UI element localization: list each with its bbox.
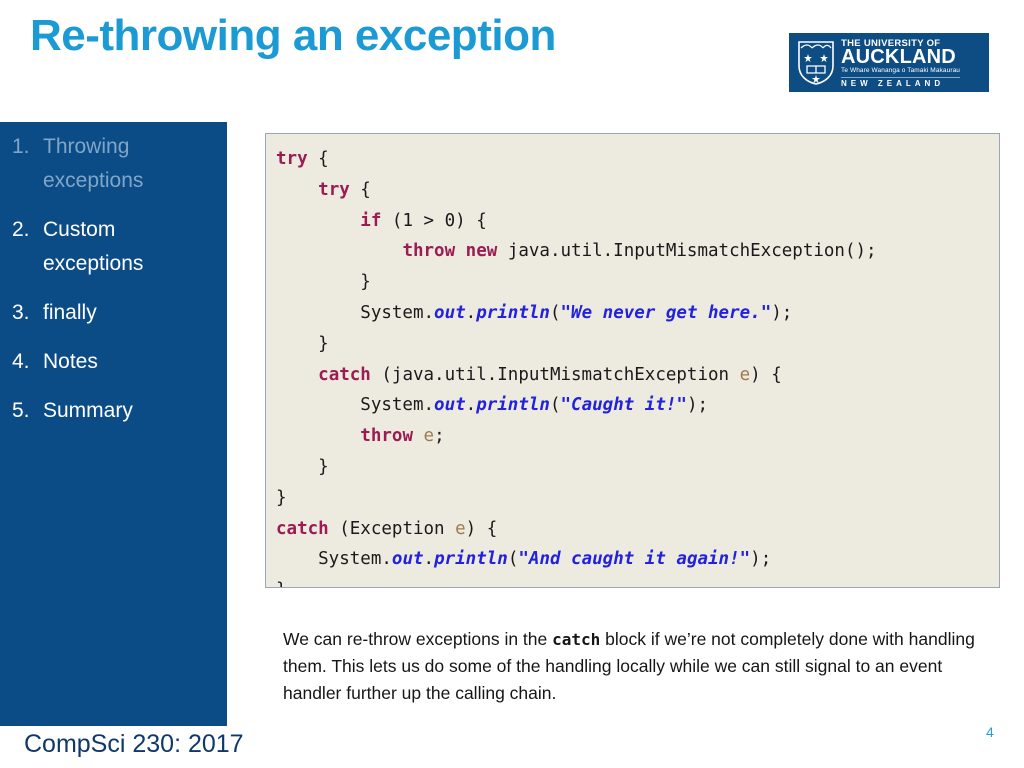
code-token-var: e [455,518,466,539]
code-token-plain: ); [750,549,772,570]
code-line: } [276,580,287,587]
logo-line-newzealand: NEW ZEALAND [841,77,961,88]
code-token-plain: System. [276,549,392,570]
page-title: Re-throwing an exception [30,11,556,60]
code-token-plain: { [307,149,329,169]
code-line: } [276,457,329,477]
code-token-plain: } [276,333,329,354]
page-number: 4 [986,724,994,740]
code-token-plain: . [465,302,477,323]
sidebar-item-number: 4. [12,350,30,373]
code-token-plain: ( [549,302,561,323]
sidebar-item-number: 5. [12,399,30,422]
code-token-plain: System. [276,395,435,416]
sidebar-item-number: 3. [12,301,30,324]
sidebar-item-throwing-exceptions[interactable]: 1. Throwing exceptions [0,130,227,198]
code-token-member: out [434,395,466,416]
code-line: } [276,272,371,292]
paragraph-text: We can re-throw exceptions in the [283,628,553,649]
code-token-kw: catch [318,364,371,385]
code-line: System.out.println("And caught it again!… [276,549,771,569]
footer-course-label: CompSci 230: 2017 [24,730,244,758]
code-line: throw e; [276,426,445,447]
code-line: catch (java.util.InputMismatchException … [276,365,782,385]
code-token-plain: ) { [465,518,498,539]
sidebar-item-summary[interactable]: 5. Summary [0,394,227,428]
code-token-plain: System. [276,302,435,323]
code-line: throw new java.util.InputMismatchExcepti… [276,241,877,262]
code-token-member: out [391,549,424,570]
code-token-plain: } [276,580,287,587]
code-token-plain: (1 > 0) { [381,210,487,231]
code-line: System.out.println("Caught it!"); [276,395,708,415]
code-line: } [276,334,329,354]
sidebar-item-label: Throwing exceptions [43,135,144,192]
university-logo: THE UNIVERSITY OF AUCKLAND Te Whare Wana… [789,33,989,92]
code-line: System.out.println("We never get here.")… [276,303,792,323]
code-token-plain: ( [549,395,561,416]
code-token-var: e [739,364,751,385]
sidebar-item-label: Notes [43,350,98,373]
code-line: try { [276,149,329,169]
code-token-kw: try [318,179,350,200]
sidebar-item-number: 1. [12,135,30,158]
code-token-str: "Caught it!" [560,395,687,416]
code-block: try { try { if (1 > 0) { throw new java.… [265,133,1000,588]
code-content: try { try { if (1 > 0) { throw new java.… [276,144,999,587]
code-token-member: println [476,302,550,323]
code-token-plain: . [423,549,435,570]
sidebar-item-label: finally [43,301,97,324]
code-token-plain: ( [507,549,519,570]
code-token-str: "And caught it again!" [518,549,751,570]
code-token-kw: throw [402,241,456,262]
code-line: } [276,488,287,508]
code-token-plain: ); [686,395,709,416]
explanation-paragraph: We can re-throw exceptions in the catch … [283,626,983,707]
code-token-kw: new [465,241,498,262]
code-token-kw: try [276,149,308,169]
code-line: catch (Exception e) { [276,519,497,539]
sidebar-item-number: 2. [12,218,30,241]
code-token-plain: ) { [750,364,782,385]
sidebar-item-finally[interactable]: 3. finally [0,296,227,330]
sidebar-item-label: Summary [43,399,133,422]
code-token-plain: (Exception [328,518,456,539]
logo-line-auckland: AUCKLAND [841,46,956,69]
sidebar-item-custom-exceptions[interactable]: 2. Custom exceptions [0,213,227,281]
sidebar-outline: 1. Throwing exceptions 2. Custom exceptions… [0,122,227,726]
code-token-member: println [476,395,550,416]
sidebar-item-label: Custom exceptions [43,218,144,275]
shield-crest-icon [797,40,835,86]
code-token-kw: throw [360,426,413,447]
code-line: if (1 > 0) { [276,210,487,231]
code-token-var: e [423,426,435,447]
code-token-plain: } [276,272,371,293]
code-token-plain: (java.util.InputMismatchException [370,364,740,385]
code-token-plain: ); [771,302,793,323]
logo-line-maori: Te Whare Wananga o Tamaki Makaurau [841,67,961,75]
code-token-plain: } [276,487,287,508]
code-token-plain: { [349,179,371,200]
code-token-member: println [434,549,508,570]
inline-code: catch [552,629,601,649]
code-token-kw: catch [276,518,329,539]
code-token-plain: } [276,456,329,477]
code-token-str: "We never get here." [560,302,772,323]
code-token-kw: if [360,210,382,231]
code-line: try { [276,180,371,200]
code-token-plain: java.util.InputMismatchException(); [497,241,877,262]
code-token-plain: ; [434,426,445,447]
sidebar-list: 1. Throwing exceptions 2. Custom exceptions… [0,122,227,428]
sidebar-item-notes[interactable]: 4. Notes [0,345,227,379]
code-token-plain: . [465,395,477,416]
code-token-member: out [434,302,466,323]
